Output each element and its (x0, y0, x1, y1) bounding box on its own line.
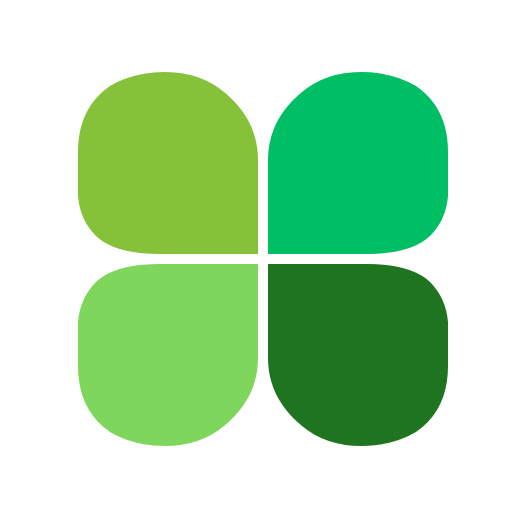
four-leaf-clover-icon (78, 72, 448, 446)
petal-bottom-left (78, 264, 258, 446)
app-icon-canvas (0, 0, 512, 512)
petal-top-right (268, 72, 448, 254)
petal-top-left (78, 72, 258, 254)
petal-bottom-right (268, 264, 448, 446)
